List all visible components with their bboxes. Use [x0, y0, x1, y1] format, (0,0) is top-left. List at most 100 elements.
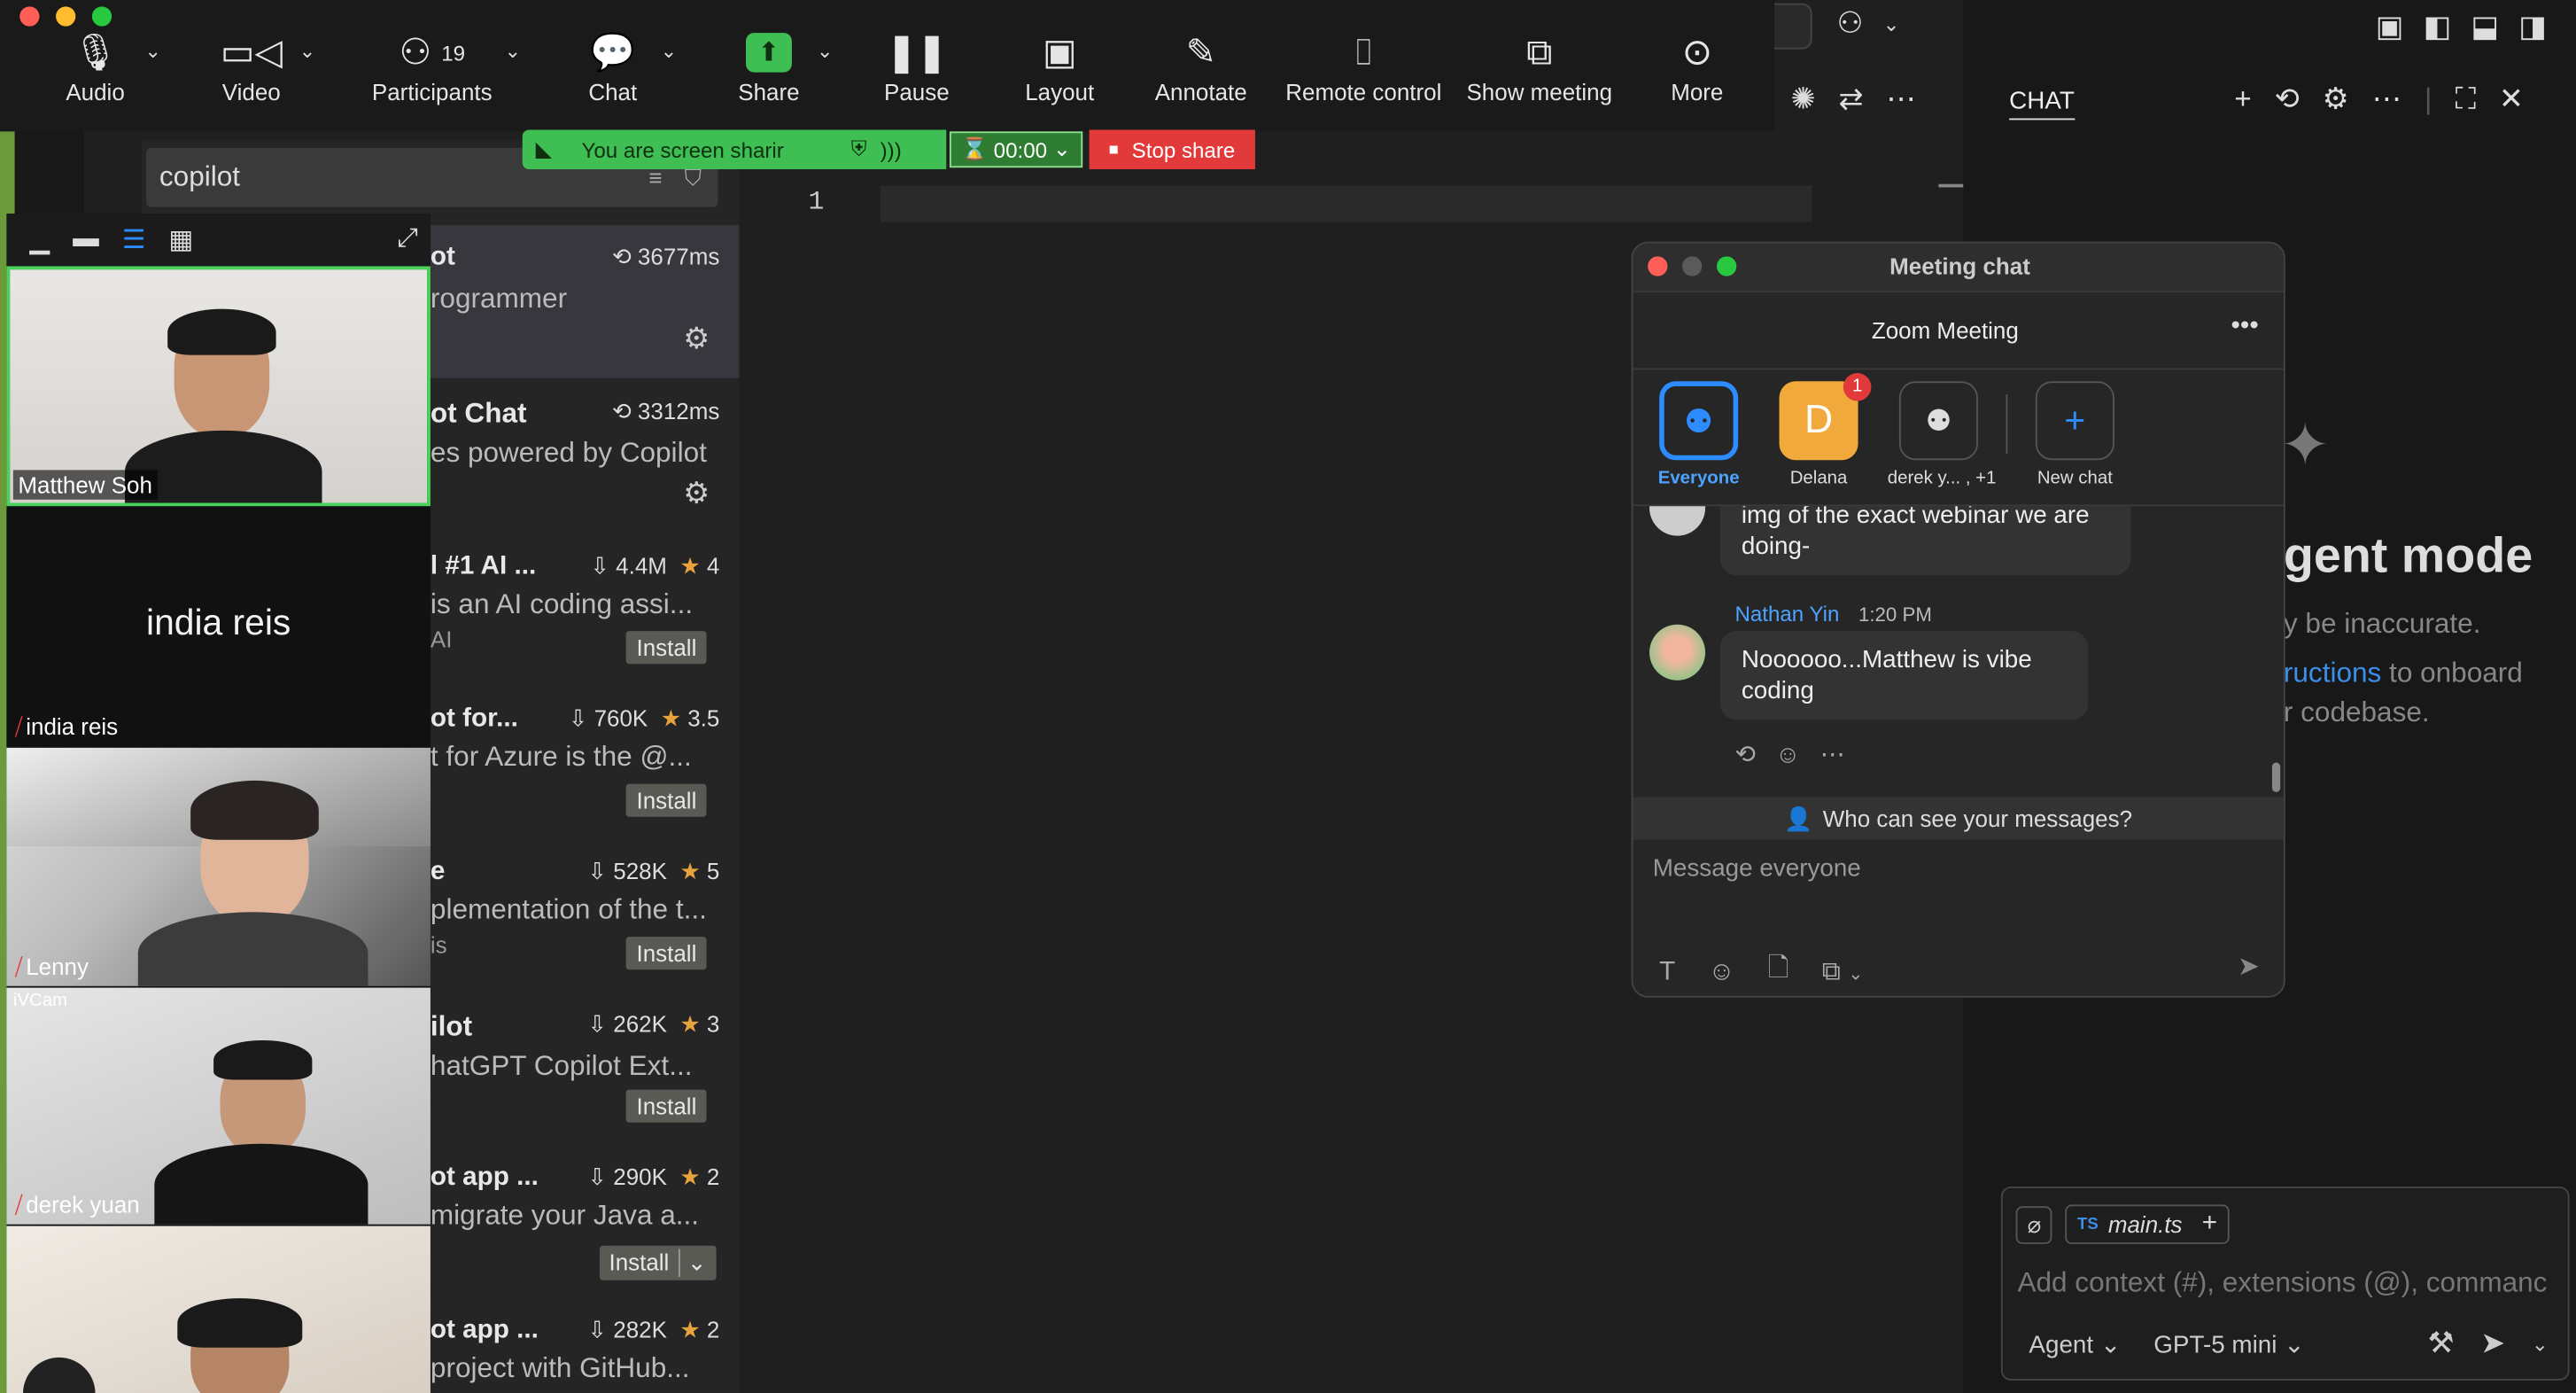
- send-icon[interactable]: ➤: [2238, 950, 2260, 983]
- mode-dropdown[interactable]: Agent ⌄: [2029, 1329, 2121, 1359]
- current-line-highlight[interactable]: [881, 185, 1812, 222]
- window-minimize-dot[interactable]: [56, 6, 76, 27]
- list-item[interactable]: ot app ... migrate your Java a... ⇩ 290K…: [431, 1163, 740, 1292]
- download-icon: ⇩: [587, 1163, 608, 1190]
- emoji-icon[interactable]: ☺: [1708, 957, 1734, 986]
- visibility-notice[interactable]: 👤 Who can see your messages?: [1633, 797, 2284, 840]
- toggle-secondary-sidebar-icon[interactable]: ◨: [2518, 10, 2547, 44]
- install-button[interactable]: Install: [626, 783, 707, 817]
- participants-button[interactable]: ⚇ 19 Participants: [365, 27, 500, 105]
- message-input[interactable]: Message everyone: [1653, 854, 1861, 883]
- recipient-group-derek[interactable]: ⚉: [1898, 381, 1978, 461]
- expand-icon[interactable]: ⤢: [397, 225, 418, 254]
- more-icon[interactable]: ⋯: [1886, 82, 1915, 117]
- reply-icon[interactable]: ⟲: [1734, 740, 1755, 769]
- chevron-down-icon[interactable]: ⌄: [817, 40, 834, 63]
- gear-icon[interactable]: ⚙: [683, 477, 710, 511]
- chat-message[interactable]: img of the exact webinar we are doing-: [1719, 506, 2131, 576]
- share-timer[interactable]: ⌛ 00:00 ⌄: [949, 131, 1082, 168]
- video-tile[interactable]: iVCam ⧸ derek yuan: [6, 987, 431, 1225]
- chevron-down-icon[interactable]: ⌄: [1883, 12, 1900, 35]
- list-item[interactable]: e plementation of the t... is ⇩ 528K ★ 5…: [431, 858, 740, 986]
- add-reaction-icon[interactable]: ☺: [1775, 740, 1800, 768]
- show-meeting-button[interactable]: ⧉ Show meeting: [1463, 27, 1617, 105]
- file-icon[interactable]: 🗋: [1768, 950, 1789, 994]
- annotate-button[interactable]: ✎ Annotate: [1150, 27, 1252, 105]
- participant-name: ⧸ india reis: [14, 712, 119, 740]
- chevron-down-icon[interactable]: ⌄: [144, 40, 161, 63]
- list-item[interactable]: l #1 AI ... is an AI coding assi... AI ⇩…: [431, 552, 740, 681]
- more-icon[interactable]: •••: [2231, 312, 2259, 341]
- install-button[interactable]: Install: [626, 1089, 707, 1123]
- screen-share-badge[interactable]: [22, 1357, 96, 1393]
- camera-icon: ▭◁: [220, 31, 283, 73]
- history-icon[interactable]: ⟲: [2275, 82, 2300, 117]
- chat-message[interactable]: Noooooo...Matthew is vibe coding: [1719, 631, 2089, 720]
- toggle-sidebar-icon[interactable]: ◧: [2424, 10, 2452, 44]
- gear-icon[interactable]: ⚙: [2323, 82, 2349, 117]
- compare-icon[interactable]: ⇄: [1838, 82, 1863, 117]
- copilot-icon[interactable]: ⚇: [1836, 6, 1863, 41]
- recipient-everyone[interactable]: ⚉: [1659, 381, 1739, 461]
- install-button[interactable]: Install ⌄: [599, 1245, 717, 1280]
- plus-icon[interactable]: +: [2202, 1210, 2217, 1239]
- zoom-toolbar: 🎙 Audio ⌄ ▭◁ Video ⌄ ⚇ 19 Participants ⌄ …: [0, 0, 1774, 132]
- install-button[interactable]: Install: [626, 937, 707, 970]
- openai-icon[interactable]: ✺: [1791, 82, 1816, 117]
- list-item[interactable]: ilot hatGPT Copilot Ext... ⇩ 262K ★ 3 In…: [431, 1011, 740, 1140]
- video-tile[interactable]: [6, 1226, 431, 1393]
- more-button[interactable]: ⊙ More: [1651, 27, 1743, 105]
- list-item[interactable]: ot for... t for Azure is the @... ⇩ 760K…: [431, 705, 740, 834]
- attach-icon[interactable]: ⌀: [2015, 1205, 2053, 1244]
- gear-icon[interactable]: ⚙: [683, 323, 710, 357]
- video-tile[interactable]: india reis ⧸ india reis: [6, 509, 431, 746]
- chevron-down-icon[interactable]: ⌄: [504, 40, 521, 63]
- copilot-prompt-input[interactable]: Add context (#), extensions (@), commanc: [2017, 1267, 2559, 1300]
- screenshot-icon[interactable]: ⧉ ⌄: [1822, 957, 1864, 986]
- strip-view-icon[interactable]: ☰: [122, 223, 146, 256]
- toggle-panel-icon[interactable]: ⬓: [2471, 10, 2499, 44]
- speaker-view-icon[interactable]: ▬: [73, 225, 99, 254]
- minimize-icon[interactable]: ▁: [29, 223, 50, 256]
- chat-button[interactable]: 💬 Chat: [567, 27, 659, 105]
- tools-icon[interactable]: ⚒: [2428, 1327, 2455, 1361]
- maximize-icon[interactable]: ⛶: [2456, 82, 2476, 117]
- list-item[interactable]: ot rogrammer ⟲ 3677ms ⚙: [431, 243, 740, 374]
- chevron-down-icon[interactable]: ⌄: [299, 40, 316, 63]
- agent-mode-heading: gent mode: [2283, 529, 2533, 584]
- send-icon[interactable]: ➤: [2480, 1327, 2505, 1361]
- video-tile[interactable]: Matthew Soh: [6, 266, 431, 507]
- chevron-down-icon[interactable]: ⌄: [2532, 1332, 2549, 1355]
- layout-button[interactable]: ▣ Layout: [1011, 27, 1109, 105]
- window-zoom-dot[interactable]: [91, 6, 113, 27]
- new-chat-button[interactable]: +: [2035, 381, 2114, 461]
- video-tile[interactable]: ⧸ Lenny: [6, 747, 431, 986]
- remote-control-button[interactable]: ⌷ Remote control: [1282, 27, 1446, 105]
- minimap-marker: [1938, 183, 1967, 188]
- list-item[interactable]: ot Chat es powered by Copilot ⟲ 3312ms ⚙: [431, 398, 740, 529]
- pause-button[interactable]: ❚❚ Pause: [871, 27, 963, 105]
- scrollbar[interactable]: [2271, 762, 2281, 792]
- layout-customize-icon[interactable]: ▣: [2376, 10, 2404, 44]
- close-icon[interactable]: ✕: [2499, 82, 2524, 117]
- grid-view-icon[interactable]: ▦: [168, 223, 193, 256]
- audio-button[interactable]: 🎙 Audio: [50, 27, 142, 105]
- share-button[interactable]: ⬆ Share: [723, 27, 815, 105]
- plus-icon[interactable]: +: [2234, 82, 2252, 117]
- model-dropdown[interactable]: GPT-5 mini ⌄: [2153, 1329, 2304, 1359]
- layout-icon: ▣: [1042, 31, 1077, 73]
- more-icon[interactable]: ⋯: [2372, 82, 2401, 117]
- format-text-icon[interactable]: T: [1659, 957, 1675, 986]
- instructions-link[interactable]: ructions: [2284, 658, 2381, 689]
- list-item[interactable]: ot app ... project with GitHub... ⇩ 282K…: [431, 1317, 740, 1393]
- file-chip[interactable]: TS main.ts +: [2066, 1204, 2230, 1244]
- video-button[interactable]: ▭◁ Video: [206, 27, 298, 105]
- install-button[interactable]: Install: [626, 631, 707, 665]
- chevron-down-icon[interactable]: ⌄: [661, 40, 678, 63]
- download-icon: ⇩: [568, 704, 588, 732]
- stop-share-button[interactable]: ■ Stop share: [1089, 129, 1255, 170]
- window-close-dot[interactable]: [19, 6, 40, 27]
- chevron-down-icon[interactable]: ⌄: [680, 1249, 707, 1277]
- chat-tab[interactable]: CHAT: [2009, 87, 2075, 121]
- more-icon[interactable]: ⋯: [1820, 740, 1845, 769]
